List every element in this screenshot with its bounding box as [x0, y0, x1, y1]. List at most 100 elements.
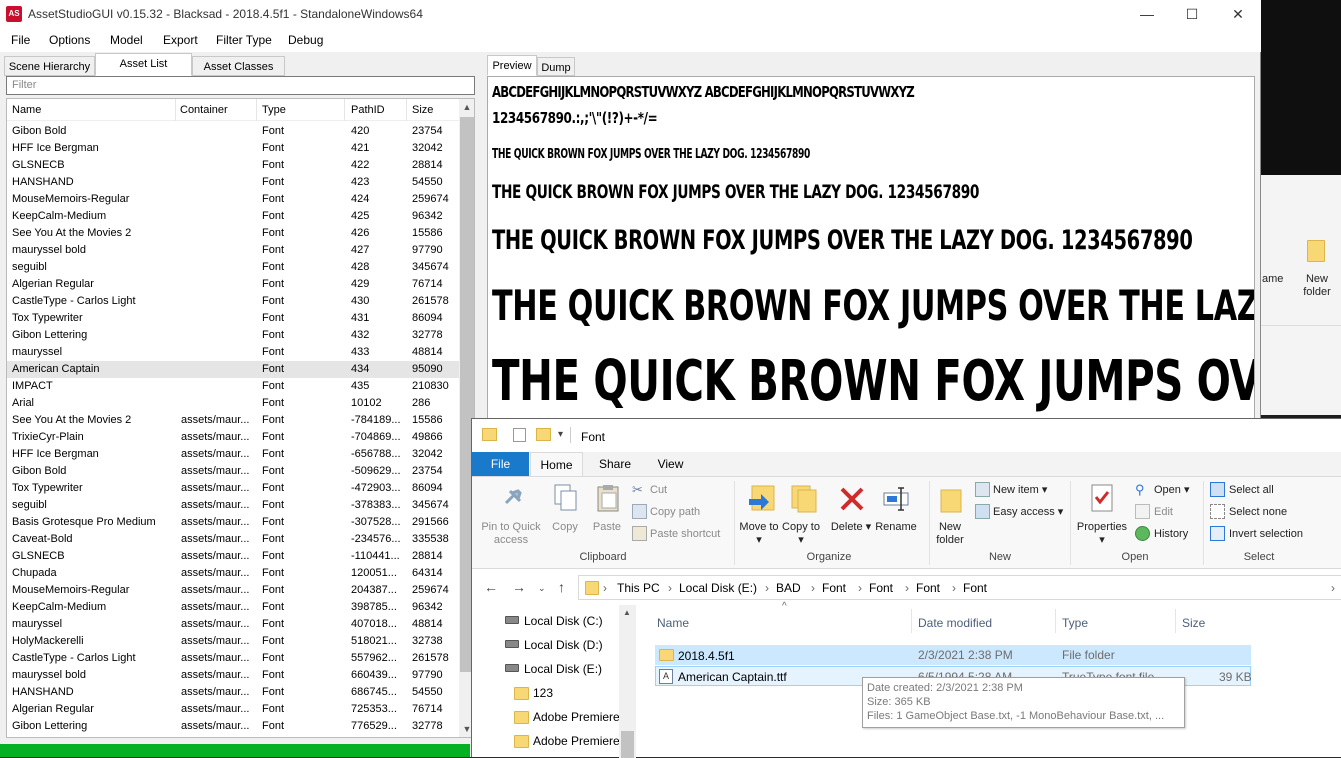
tab-file[interactable]: File — [472, 452, 529, 476]
recent-locations-icon[interactable]: ⌄ — [538, 583, 546, 594]
rename-button[interactable]: Rename — [874, 521, 918, 534]
easy-access-button[interactable]: Easy access ▾ — [993, 506, 1063, 519]
new-item-button[interactable]: New item ▾ — [993, 484, 1047, 497]
edit-button[interactable]: Edit — [1154, 506, 1173, 519]
scroll-up-icon[interactable]: ▲ — [459, 99, 474, 115]
column-date-modified[interactable]: Date modified — [918, 616, 992, 630]
table-row[interactable]: Basis Grotesque Pro Medium assets/maur...… — [7, 514, 459, 531]
nav-folder-adobe-premiere-2[interactable]: Adobe Premiere — [533, 734, 620, 748]
breadcrumb-font-1[interactable]: Font — [822, 581, 846, 595]
menu-options[interactable]: Options — [49, 33, 90, 47]
table-row[interactable]: Tox Typewriter Font 431 86094 — [7, 310, 459, 327]
delete-button[interactable]: Delete ▾ — [830, 521, 872, 534]
properties-button[interactable]: Properties ▾ — [1074, 521, 1130, 547]
tab-scene-hierarchy[interactable]: Scene Hierarchy — [4, 56, 95, 76]
new-folder-button[interactable]: New folder — [930, 521, 970, 547]
menu-export[interactable]: Export — [163, 33, 198, 47]
history-button[interactable]: History — [1154, 528, 1188, 541]
up-icon[interactable]: ↑ — [558, 579, 565, 595]
paste-button[interactable]: Paste — [590, 521, 624, 534]
menu-debug[interactable]: Debug — [288, 33, 323, 47]
table-row[interactable]: HolyMackerelli assets/maur... Font 518021..… — [7, 633, 459, 650]
open-button[interactable]: Open ▾ — [1154, 484, 1190, 497]
tab-home[interactable]: Home — [530, 452, 583, 476]
customize-qa-icon[interactable]: ▾ — [558, 429, 563, 440]
close-button[interactable]: ✕ — [1215, 0, 1261, 29]
column-type[interactable]: Type — [1062, 616, 1088, 630]
menu-filter-type[interactable]: Filter Type — [216, 33, 272, 47]
breadcrumb-font-4[interactable]: Font — [963, 581, 987, 595]
table-row[interactable]: MouseMemoirs-Regular Font 424 259674 — [7, 191, 459, 208]
table-row[interactable]: seguibl assets/maur... Font -378383... 34567… — [7, 497, 459, 514]
table-row[interactable]: TrixieCyr-Plain assets/maur... Font -704869… — [7, 429, 459, 446]
column-name[interactable]: Name — [12, 104, 41, 116]
nav-local-disk-d[interactable]: Local Disk (D:) — [524, 638, 603, 652]
move-to-button[interactable]: Move to ▾ — [738, 521, 780, 547]
column-name[interactable]: Name — [657, 616, 689, 630]
table-row[interactable]: MouseMemoirs-Regular assets/maur... Font 20… — [7, 582, 459, 599]
copy-to-button[interactable]: Copy to ▾ — [780, 521, 822, 547]
table-row[interactable]: Caveat-Bold assets/maur... Font -234576... 3… — [7, 531, 459, 548]
scrollbar-thumb[interactable] — [621, 731, 634, 758]
filter-input[interactable]: Filter — [6, 76, 475, 95]
table-row[interactable]: HANSHAND Font 423 54550 — [7, 174, 459, 191]
table-row[interactable]: CastleType - Carlos Light assets/maur... F… — [7, 650, 459, 667]
table-row[interactable]: CastleType - Carlos Light Font 430 261578 — [7, 293, 459, 310]
table-row[interactable]: Tox Typewriter assets/maur... Font -472903.… — [7, 480, 459, 497]
column-size[interactable]: Size — [412, 104, 433, 116]
column-container[interactable]: Container — [180, 104, 228, 116]
menu-model[interactable]: Model — [110, 33, 143, 47]
table-row[interactable]: GLSNECB assets/maur... Font -110441... 28814 — [7, 548, 459, 565]
table-row[interactable]: Gibon Bold Font 420 23754 — [7, 123, 459, 140]
scroll-up-icon[interactable]: ▲ — [619, 605, 635, 621]
forward-icon[interactable]: → — [512, 579, 526, 595]
copy-path-button[interactable]: Copy path — [650, 506, 700, 519]
new-folder-qa-icon[interactable] — [536, 428, 551, 441]
table-row[interactable]: mauryssel Font 433 48814 — [7, 344, 459, 361]
table-row[interactable]: HFF Ice Bergman Font 421 32042 — [7, 140, 459, 157]
nav-local-disk-c[interactable]: Local Disk (C:) — [524, 614, 603, 628]
tab-dump[interactable]: Dump — [537, 57, 575, 76]
menu-file[interactable]: File — [11, 33, 30, 47]
tab-asset-list[interactable]: Asset List — [95, 53, 192, 76]
tab-preview[interactable]: Preview — [487, 55, 537, 76]
table-row[interactable]: American Captain Font 434 95090 — [7, 361, 459, 378]
pin-to-quick-access-button[interactable]: Pin to Quick access — [476, 521, 546, 547]
table-row[interactable]: Algerian Regular Font 429 76714 — [7, 276, 459, 293]
breadcrumb-font-3[interactable]: Font — [916, 581, 940, 595]
table-row[interactable]: seguibl Font 428 345674 — [7, 259, 459, 276]
minimize-button[interactable]: — — [1124, 0, 1170, 29]
table-row[interactable]: See You At the Movies 2 Font 426 15586 — [7, 225, 459, 242]
column-size[interactable]: Size — [1182, 616, 1205, 630]
table-row[interactable]: Arial Font 10102 286 — [7, 395, 459, 412]
maximize-button[interactable]: ☐ — [1169, 0, 1215, 29]
column-pathid[interactable]: PathID — [351, 104, 385, 116]
table-row[interactable]: IMPACT Font 435 210830 — [7, 378, 459, 395]
select-all-button[interactable]: Select all — [1229, 484, 1274, 497]
breadcrumb-this-pc[interactable]: This PC — [617, 581, 660, 595]
tab-view[interactable]: View — [648, 452, 693, 476]
address-bar[interactable]: This PC Local Disk (E:) BAD Font Font Fo… — [578, 575, 1341, 600]
table-row[interactable]: Gibon Lettering Font 432 32778 — [7, 327, 459, 344]
breadcrumb-font-2[interactable]: Font — [869, 581, 893, 595]
breadcrumb-local-disk-e[interactable]: Local Disk (E:) — [679, 581, 757, 595]
properties-qa-icon[interactable] — [513, 428, 526, 442]
paste-shortcut-button[interactable]: Paste shortcut — [650, 528, 720, 541]
file-row-folder[interactable]: 2018.4.5f1 2/3/2021 2:38 PM File folder — [655, 645, 1251, 665]
cut-button[interactable]: Cut — [650, 484, 667, 497]
select-none-button[interactable]: Select none — [1229, 506, 1287, 519]
table-row[interactable]: mauryssel bold Font 427 97790 — [7, 242, 459, 259]
breadcrumb-bad[interactable]: BAD — [776, 581, 801, 595]
table-row[interactable]: Gibon Lettering assets/maur... Font 776529.… — [7, 718, 459, 735]
table-row[interactable]: mauryssel bold assets/maur... Font 660439..… — [7, 667, 459, 684]
invert-selection-button[interactable]: Invert selection — [1229, 528, 1303, 541]
table-row[interactable]: HANSHAND assets/maur... Font 686745... 54550 — [7, 684, 459, 701]
nav-folder-adobe-premiere[interactable]: Adobe Premiere — [533, 710, 620, 724]
nav-scrollbar[interactable]: ▲ — [619, 605, 636, 758]
table-row[interactable]: Algerian Regular assets/maur... Font 725353… — [7, 701, 459, 718]
column-type[interactable]: Type — [262, 104, 286, 116]
nav-folder-123[interactable]: 123 — [533, 686, 553, 700]
table-row[interactable]: KeepCalm-Medium assets/maur... Font 398785.… — [7, 599, 459, 616]
table-row[interactable]: KeepCalm-Medium Font 425 96342 — [7, 208, 459, 225]
tab-share[interactable]: Share — [590, 452, 640, 476]
